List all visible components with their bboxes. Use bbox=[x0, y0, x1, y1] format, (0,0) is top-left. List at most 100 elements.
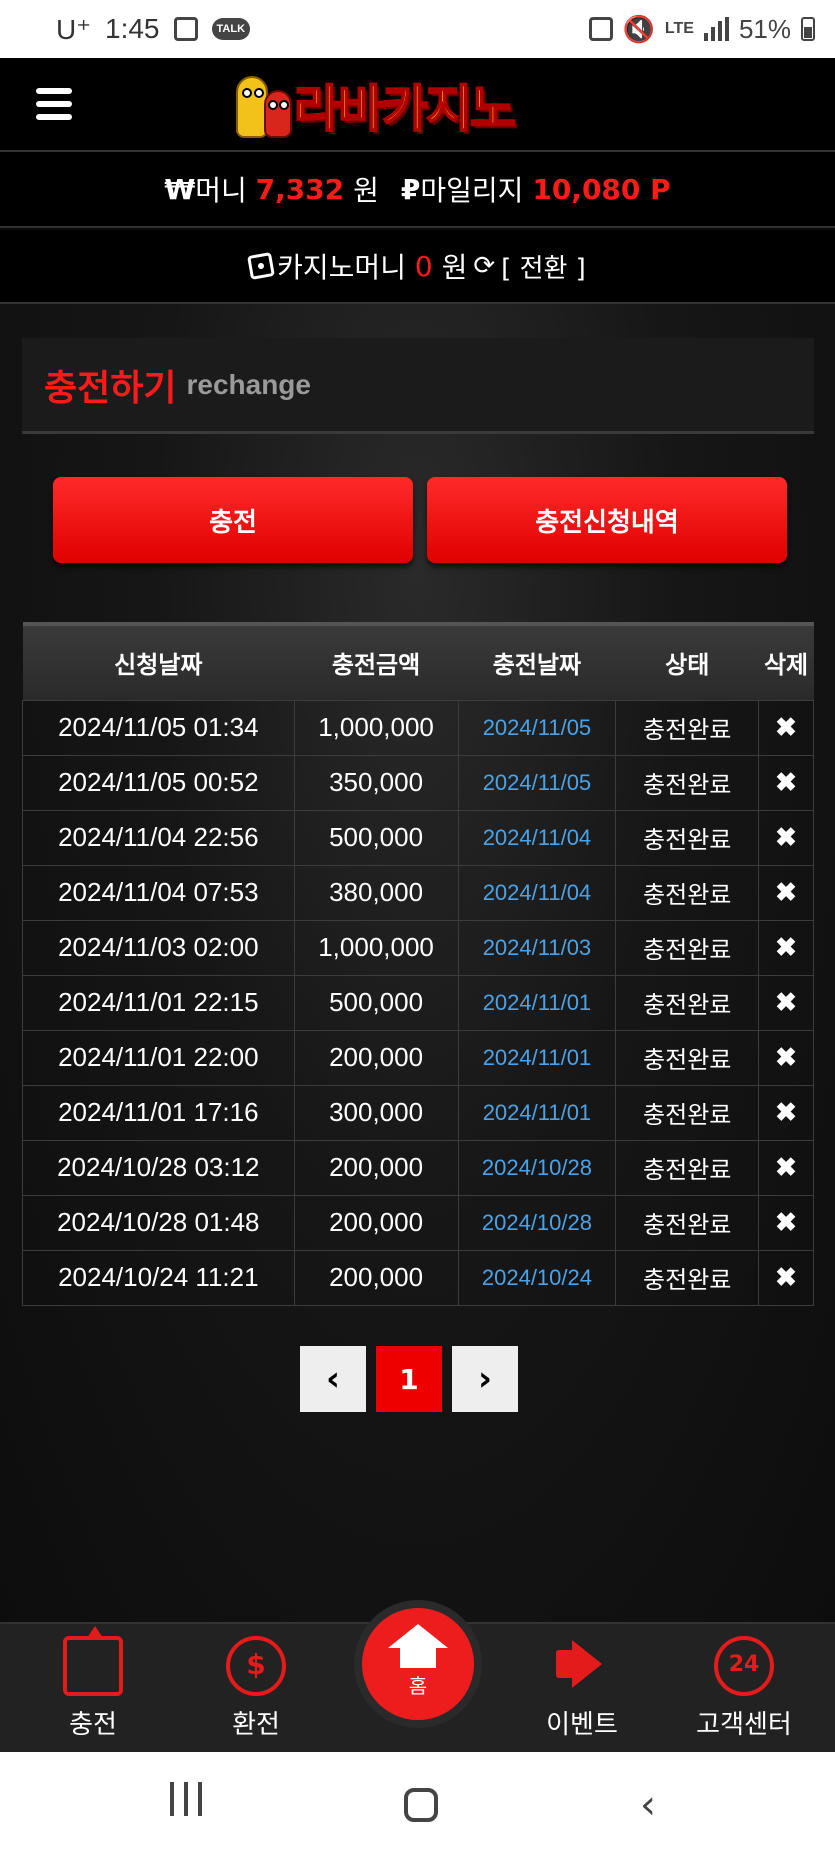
won-symbol: ₩ bbox=[164, 172, 196, 206]
mileage-symbol: ₽ bbox=[400, 172, 421, 206]
charge-date-cell: 2024/11/01 bbox=[457, 1029, 617, 1086]
nav-event[interactable]: 이벤트 bbox=[522, 1636, 642, 1741]
status-right: 🔇 LTE 51% bbox=[588, 13, 815, 45]
amount-cell: 350,000 bbox=[293, 754, 459, 811]
home-icon bbox=[388, 1623, 448, 1668]
charge-date-cell: 2024/10/28 bbox=[457, 1194, 617, 1251]
request-date-cell: 2024/11/05 00:52 bbox=[22, 754, 295, 811]
megaphone-icon bbox=[552, 1636, 612, 1696]
request-date-cell: 2024/10/28 01:48 bbox=[22, 1194, 295, 1251]
request-date-cell: 2024/11/01 22:00 bbox=[22, 1029, 295, 1086]
app-header: 라바카지노 bbox=[0, 58, 835, 152]
delete-icon[interactable]: ✖ bbox=[758, 754, 814, 811]
recent-apps-icon[interactable] bbox=[170, 1782, 202, 1816]
back-icon[interactable]: ‹ bbox=[640, 1782, 656, 1828]
prev-page-button[interactable]: ‹ bbox=[300, 1346, 366, 1412]
home-label: 홈 bbox=[408, 1673, 428, 1698]
charge-date-cell: 2024/11/01 bbox=[457, 1084, 617, 1141]
delete-icon[interactable]: ✖ bbox=[758, 809, 814, 866]
request-date-cell: 2024/11/04 07:53 bbox=[22, 864, 295, 921]
status-bar: U⁺ 1:45 TALK 🔇 LTE 51% bbox=[0, 0, 835, 58]
casino-label: 카지노머니 bbox=[277, 251, 406, 284]
charge-date-cell: 2024/11/05 bbox=[457, 754, 617, 811]
pagination: ‹ 1 › bbox=[300, 1346, 518, 1412]
kakaotalk-icon: TALK bbox=[211, 18, 251, 40]
system-nav-bar: ‹ bbox=[0, 1752, 835, 1856]
refresh-icon[interactable]: ⟳ bbox=[473, 251, 495, 281]
money-label: 머니 bbox=[195, 174, 247, 207]
exchange-icon bbox=[226, 1636, 286, 1696]
delete-icon[interactable]: ✖ bbox=[758, 919, 814, 976]
status-cell: 충전완료 bbox=[615, 1139, 760, 1196]
amount-cell: 380,000 bbox=[293, 864, 459, 921]
amount-cell: 200,000 bbox=[293, 1249, 459, 1306]
delete-icon[interactable]: ✖ bbox=[758, 1139, 814, 1196]
delete-icon[interactable]: ✖ bbox=[758, 1249, 814, 1306]
delete-icon[interactable]: ✖ bbox=[758, 864, 814, 921]
table-row: 2024/11/01 22:15 500,000 2024/11/01 충전완료 ✖ bbox=[22, 974, 814, 1031]
mute-icon: 🔇 bbox=[622, 13, 655, 44]
amount-cell: 300,000 bbox=[293, 1084, 459, 1141]
menu-icon[interactable] bbox=[36, 88, 72, 120]
amount-cell: 1,000,000 bbox=[293, 919, 459, 976]
charge-date-cell: 2024/11/04 bbox=[457, 809, 617, 866]
table-row: 2024/11/01 22:00 200,000 2024/11/01 충전완료 ✖ bbox=[22, 1029, 814, 1086]
convert-button[interactable]: [ 전환 ] bbox=[501, 248, 586, 285]
charge-history-button[interactable]: 충전신청내역 bbox=[427, 477, 787, 563]
nav-support-label: 고객센터 bbox=[696, 1710, 792, 1740]
delete-icon[interactable]: ✖ bbox=[758, 974, 814, 1031]
status-cell: 충전완료 bbox=[615, 1194, 760, 1251]
clock: 1:45 bbox=[105, 13, 160, 44]
request-date-cell: 2024/11/01 22:15 bbox=[22, 974, 295, 1031]
nav-support[interactable]: 고객센터 bbox=[684, 1636, 804, 1741]
request-date-cell: 2024/11/01 17:16 bbox=[22, 1084, 295, 1141]
table-header-row: 신청날짜 충전금액 충전날짜 상태 삭제 bbox=[22, 622, 814, 700]
casino-unit: 원 bbox=[441, 251, 468, 284]
nav-charge-label: 충전 bbox=[69, 1710, 117, 1740]
network-label: LTE bbox=[664, 20, 694, 37]
system-home-icon[interactable] bbox=[404, 1788, 438, 1822]
amount-cell: 500,000 bbox=[293, 809, 459, 866]
request-date-cell: 2024/11/03 02:00 bbox=[22, 919, 295, 976]
nav-exchange[interactable]: 환전 bbox=[196, 1636, 316, 1741]
table-row: 2024/11/05 01:34 1,000,000 2024/11/05 충전완료 ✖ bbox=[22, 699, 814, 756]
nfc-icon bbox=[588, 17, 613, 41]
support-24-icon bbox=[714, 1636, 774, 1696]
nav-charge[interactable]: 충전 bbox=[33, 1626, 153, 1741]
status-cell: 충전완료 bbox=[615, 864, 760, 921]
table-row: 2024/11/04 22:56 500,000 2024/11/04 충전완료 ✖ bbox=[22, 809, 814, 866]
delete-icon[interactable]: ✖ bbox=[758, 1029, 814, 1086]
signal-icon bbox=[703, 17, 729, 41]
next-page-button[interactable]: › bbox=[452, 1346, 518, 1412]
nav-exchange-label: 환전 bbox=[232, 1710, 280, 1740]
gallery-icon bbox=[173, 17, 198, 41]
table-row: 2024/10/28 01:48 200,000 2024/10/28 충전완료 ✖ bbox=[22, 1194, 814, 1251]
delete-icon[interactable]: ✖ bbox=[758, 1194, 814, 1251]
page-number[interactable]: 1 bbox=[376, 1346, 442, 1412]
charge-button[interactable]: 충전 bbox=[53, 477, 413, 563]
status-cell: 충전완료 bbox=[615, 1249, 760, 1306]
status-cell: 충전완료 bbox=[615, 1029, 760, 1086]
mileage-label: 마일리지 bbox=[420, 174, 524, 207]
mascot-icon bbox=[228, 70, 294, 140]
table-row: 2024/11/03 02:00 1,000,000 2024/11/03 충전완료 ✖ bbox=[22, 919, 814, 976]
request-date-cell: 2024/10/28 03:12 bbox=[22, 1139, 295, 1196]
status-cell: 충전완료 bbox=[615, 699, 760, 756]
logo[interactable]: 라바카지노 bbox=[228, 68, 517, 142]
balance-row: ₩ 머니 7,332 원 ₽ 마일리지 10,080 P bbox=[0, 152, 835, 228]
casino-value: 0 bbox=[414, 249, 433, 283]
status-cell: 충전완료 bbox=[615, 919, 760, 976]
section-subtitle: rechange bbox=[186, 368, 311, 400]
request-date-cell: 2024/11/05 01:34 bbox=[22, 699, 295, 756]
section-header: 충전하기 rechange bbox=[22, 338, 814, 434]
money-value: 7,332 bbox=[255, 172, 345, 206]
status-cell: 충전완료 bbox=[615, 974, 760, 1031]
money-unit: 원 bbox=[353, 174, 379, 207]
col-amount: 충전금액 bbox=[294, 622, 458, 700]
table-row: 2024/10/28 03:12 200,000 2024/10/28 충전완료 ✖ bbox=[22, 1139, 814, 1196]
delete-icon[interactable]: ✖ bbox=[758, 1084, 814, 1141]
home-button[interactable]: 홈 bbox=[354, 1600, 482, 1728]
section-title: 충전하기 bbox=[44, 367, 177, 409]
recharge-table: 신청날짜 충전금액 충전날짜 상태 삭제 2024/11/05 01:34 1,0… bbox=[22, 622, 814, 1306]
delete-icon[interactable]: ✖ bbox=[758, 699, 814, 756]
